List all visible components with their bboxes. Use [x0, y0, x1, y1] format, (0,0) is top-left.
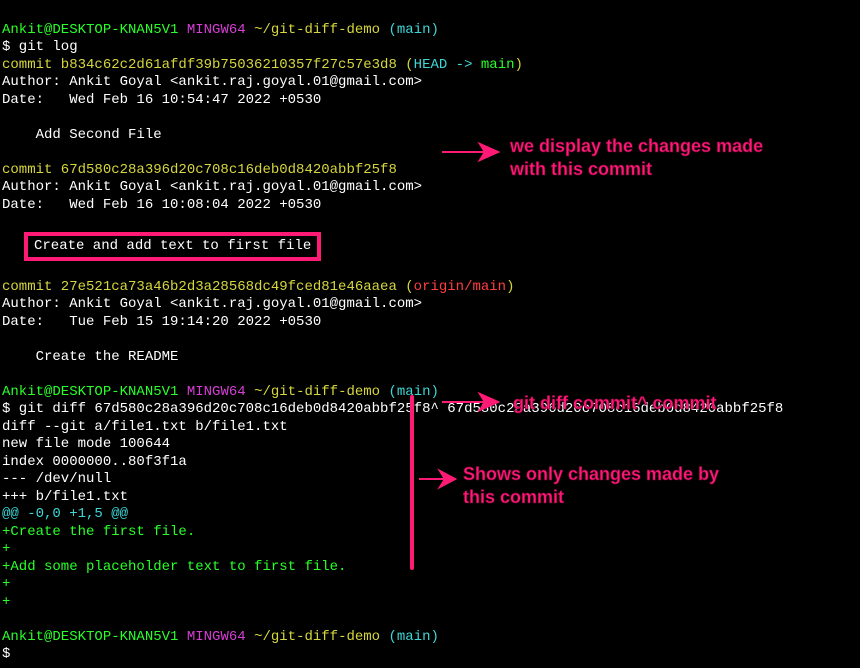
diff-new: +++ b/file1.txt	[2, 489, 128, 505]
diff-hunk: @@ -0,0 +1,5 @@	[2, 506, 128, 522]
commit-msg-1: Add Second File	[2, 127, 162, 143]
prompt-env: MINGW64	[187, 22, 246, 38]
author-line-3: Author: Ankit Goyal <ankit.raj.goyal.01@…	[2, 296, 422, 312]
diff-add-4: +	[2, 576, 10, 592]
diff-mode: new file mode 100644	[2, 436, 170, 452]
prompt-branch: (main)	[389, 22, 439, 38]
prompt-user-3: Ankit@DESKTOP-KNAN5V1	[2, 629, 178, 645]
commit-hash-3: commit 27e521ca73a46b2d3a28568dc49fced81…	[2, 279, 414, 295]
terminal-window[interactable]: Ankit@DESKTOP-KNAN5V1 MINGW64 ~/git-diff…	[0, 0, 860, 668]
commit-hash-1: commit b834c62c2d61afdf39b75036210357f27…	[2, 57, 414, 73]
author-line-2: Author: Ankit Goyal <ankit.raj.goyal.01@…	[2, 179, 422, 195]
prompt-env-3: MINGW64	[187, 629, 246, 645]
prompt-path: ~/git-diff-demo	[254, 22, 380, 38]
commit-hash-2: commit 67d580c28a396d20c708c16deb0d8420a…	[2, 162, 397, 178]
prompt-env-2: MINGW64	[187, 384, 246, 400]
prompt-dollar: $	[2, 646, 19, 662]
commit-msg-2: Create and add text to first file	[34, 238, 311, 254]
diff-old: --- /dev/null	[2, 471, 111, 487]
annotation-2: git diff commit^ commit	[513, 392, 773, 415]
arrow-icon-1	[440, 140, 500, 164]
diff-index: index 0000000..80f3f1a	[2, 454, 187, 470]
diff-add-5: +	[2, 594, 10, 610]
author-line: Author: Ankit Goyal <ankit.raj.goyal.01@…	[2, 74, 422, 90]
highlighted-commit-msg: Create and add text to first file	[24, 232, 321, 262]
prompt-path-3: ~/git-diff-demo	[254, 629, 380, 645]
prompt-user: Ankit@DESKTOP-KNAN5V1	[2, 22, 178, 38]
arrow-icon-2	[440, 390, 500, 414]
diff-add-2: +	[2, 541, 10, 557]
arrow-icon-3	[417, 467, 457, 491]
command-git-log: $ git log	[2, 39, 78, 55]
close-paren: )	[515, 57, 523, 73]
commit-msg-3: Create the README	[2, 349, 178, 365]
date-line: Date: Wed Feb 16 10:54:47 2022 +0530	[2, 92, 321, 108]
branch-main: main	[481, 57, 515, 73]
close-paren-3: )	[506, 279, 514, 295]
diff-add-3: +Add some placeholder text to first file…	[2, 559, 346, 575]
date-line-3: Date: Tue Feb 15 19:14:20 2022 +0530	[2, 314, 321, 330]
prompt-branch-3: (main)	[389, 629, 439, 645]
vertical-line-icon	[410, 395, 414, 570]
annotation-3: Shows only changes made by this commit	[463, 463, 723, 510]
diff-header: diff --git a/file1.txt b/file1.txt	[2, 419, 288, 435]
annotation-1: we display the changes made with this co…	[510, 135, 790, 182]
origin-ref: origin/main	[414, 279, 506, 295]
prompt-user-2: Ankit@DESKTOP-KNAN5V1	[2, 384, 178, 400]
prompt-path-2: ~/git-diff-demo	[254, 384, 380, 400]
date-line-2: Date: Wed Feb 16 10:08:04 2022 +0530	[2, 197, 321, 213]
diff-add-1: +Create the first file.	[2, 524, 195, 540]
head-ref: HEAD ->	[414, 57, 481, 73]
